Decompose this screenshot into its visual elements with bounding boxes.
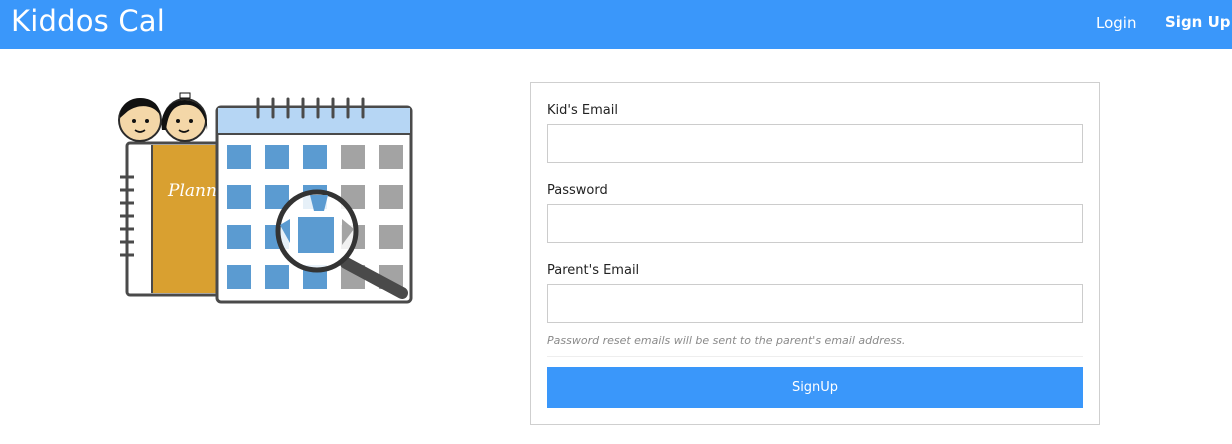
kid-email-label: Kid's Email: [547, 103, 618, 118]
calendar-illustration: Plann: [118, 92, 413, 304]
kid-email-input[interactable]: [547, 124, 1083, 163]
login-link[interactable]: Login: [1096, 14, 1136, 32]
kids-faces-icon: [118, 92, 208, 142]
brand-logo[interactable]: Kiddos Cal: [11, 4, 165, 38]
signup-link[interactable]: Sign Up: [1165, 13, 1231, 31]
parent-email-input[interactable]: [547, 284, 1083, 323]
signup-form: Kid's Email Password Parent's Email Pass…: [530, 82, 1100, 425]
parent-email-label: Parent's Email: [547, 263, 640, 278]
planner-label: Plann: [167, 181, 217, 201]
signup-submit-button[interactable]: SignUp: [547, 367, 1083, 408]
password-input[interactable]: [547, 204, 1083, 243]
form-divider: [547, 356, 1083, 357]
password-label: Password: [547, 183, 608, 198]
planner-notebook-icon: Plann: [120, 141, 229, 297]
password-reset-help-text: Password reset emails will be sent to th…: [547, 334, 906, 347]
top-navbar: Kiddos Cal Login Sign Up: [0, 0, 1232, 49]
